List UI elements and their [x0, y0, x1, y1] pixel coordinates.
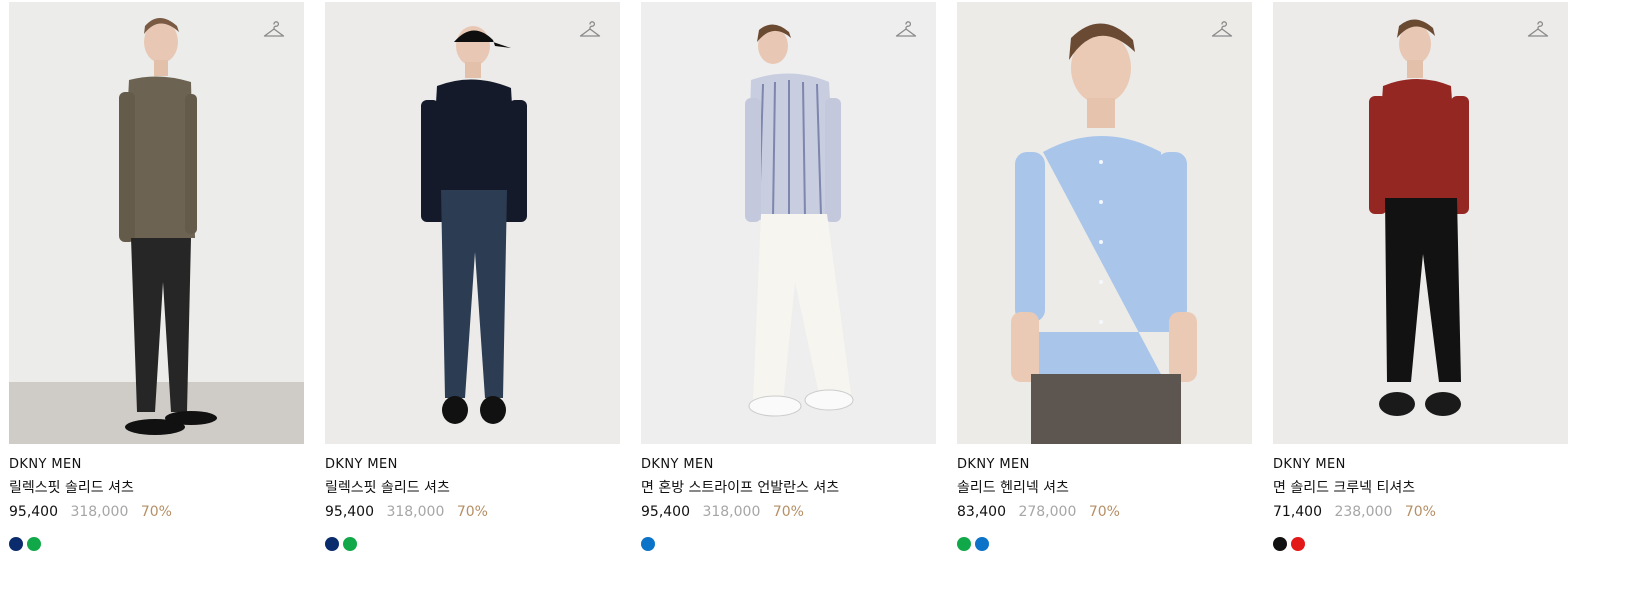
original-price: 238,000: [1334, 504, 1393, 520]
color-swatches: [1273, 537, 1568, 551]
product-prices: 95,400 318,000 70%: [641, 503, 936, 521]
color-swatch-red[interactable]: [1291, 537, 1305, 551]
color-swatch-green[interactable]: [27, 537, 41, 551]
original-price: 318,000: [702, 504, 761, 520]
product-card[interactable]: DKNY MEN 면 혼방 스트라이프 언발란스 셔츠 95,400 318,0…: [641, 2, 936, 592]
product-name[interactable]: 릴렉스핏 솔리드 셔츠: [9, 479, 304, 497]
product-image[interactable]: [1273, 2, 1568, 444]
product-card[interactable]: DKNY MEN 릴렉스핏 솔리드 셔츠 95,400 318,000 70%: [325, 2, 620, 592]
original-price: 318,000: [70, 504, 129, 520]
color-swatch-blue[interactable]: [641, 537, 655, 551]
sale-price: 95,400: [9, 504, 58, 520]
product-image[interactable]: [325, 2, 620, 444]
color-swatch-black[interactable]: [1273, 537, 1287, 551]
product-prices: 95,400 318,000 70%: [9, 503, 304, 521]
discount-rate: 70%: [140, 504, 172, 520]
product-prices: 95,400 318,000 70%: [325, 503, 620, 521]
product-prices: 71,400 238,000 70%: [1273, 503, 1568, 521]
product-card[interactable]: DKNY MEN 면 솔리드 크루넥 티셔츠 71,400 238,000 70…: [1273, 2, 1568, 592]
product-card[interactable]: DKNY MEN 릴렉스핏 솔리드 셔츠 95,400 318,000 70%: [9, 2, 304, 592]
model-photo: [325, 2, 620, 444]
product-prices: 83,400 278,000 70%: [957, 503, 1252, 521]
original-price: 318,000: [386, 504, 445, 520]
hanger-icon[interactable]: [1210, 18, 1234, 42]
discount-rate: 70%: [456, 504, 488, 520]
product-image[interactable]: [957, 2, 1252, 444]
product-name[interactable]: 솔리드 헨리넥 셔츠: [957, 479, 1252, 497]
hanger-icon[interactable]: [262, 18, 286, 42]
hanger-icon[interactable]: [1526, 18, 1550, 42]
product-image[interactable]: [641, 2, 936, 444]
color-swatch-green[interactable]: [957, 537, 971, 551]
product-brand[interactable]: DKNY MEN: [9, 457, 304, 473]
model-photo: [9, 2, 304, 444]
sale-price: 83,400: [957, 504, 1006, 520]
color-swatches: [9, 537, 304, 551]
sale-price: 95,400: [641, 504, 690, 520]
product-image[interactable]: [9, 2, 304, 444]
product-brand[interactable]: DKNY MEN: [325, 457, 620, 473]
product-brand[interactable]: DKNY MEN: [1273, 457, 1568, 473]
discount-rate: 70%: [1088, 504, 1120, 520]
color-swatch-blue[interactable]: [975, 537, 989, 551]
product-name[interactable]: 면 솔리드 크루넥 티셔츠: [1273, 479, 1568, 497]
product-brand[interactable]: DKNY MEN: [641, 457, 936, 473]
model-photo: [957, 2, 1252, 444]
color-swatch-navy[interactable]: [325, 537, 339, 551]
product-card[interactable]: DKNY MEN 솔리드 헨리넥 셔츠 83,400 278,000 70%: [957, 2, 1252, 592]
sale-price: 95,400: [325, 504, 374, 520]
sale-price: 71,400: [1273, 504, 1322, 520]
model-photo: [1273, 2, 1568, 444]
color-swatch-green[interactable]: [343, 537, 357, 551]
discount-rate: 70%: [772, 504, 804, 520]
color-swatches: [641, 537, 936, 551]
original-price: 278,000: [1018, 504, 1077, 520]
product-name[interactable]: 릴렉스핏 솔리드 셔츠: [325, 479, 620, 497]
hanger-icon[interactable]: [894, 18, 918, 42]
product-grid: DKNY MEN 릴렉스핏 솔리드 셔츠 95,400 318,000 70%: [9, 2, 1649, 592]
product-brand[interactable]: DKNY MEN: [957, 457, 1252, 473]
model-photo: [641, 2, 936, 444]
color-swatches: [957, 537, 1252, 551]
color-swatch-navy[interactable]: [9, 537, 23, 551]
discount-rate: 70%: [1404, 504, 1436, 520]
product-name[interactable]: 면 혼방 스트라이프 언발란스 셔츠: [641, 479, 936, 497]
color-swatches: [325, 537, 620, 551]
hanger-icon[interactable]: [578, 18, 602, 42]
